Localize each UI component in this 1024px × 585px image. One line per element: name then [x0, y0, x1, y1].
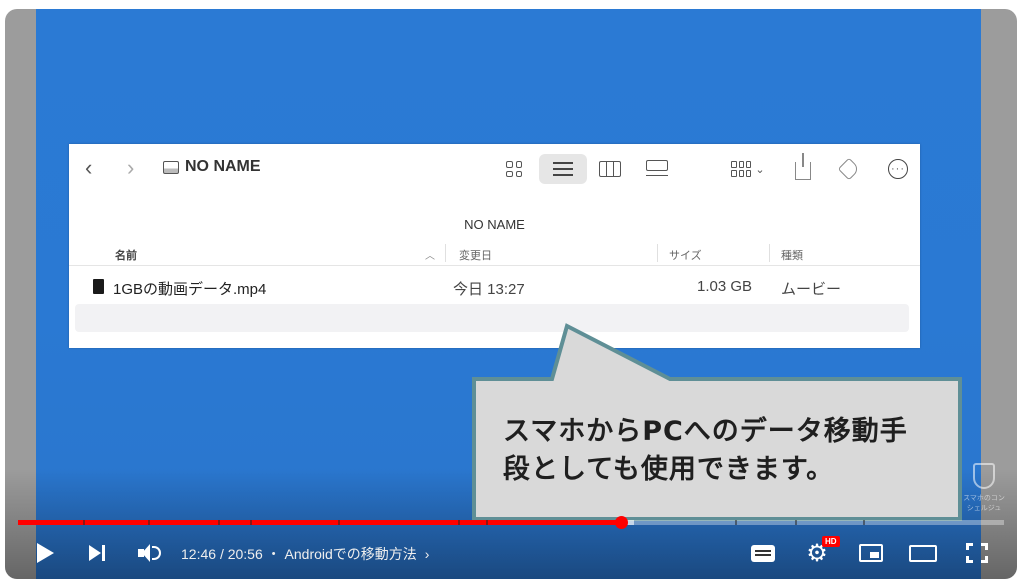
- chapter-marker: [486, 520, 488, 525]
- theater-mode-button[interactable]: [906, 538, 940, 568]
- caption-line-2: 段としても使用できます。: [503, 454, 835, 485]
- tag-icon: [837, 157, 861, 181]
- list-icon: [553, 162, 573, 176]
- column-header-date[interactable]: 変更日: [459, 247, 492, 263]
- fullscreen-icon: [966, 543, 988, 563]
- channel-watermark[interactable]: スマホのコンシェルジュ: [962, 463, 1006, 513]
- group-button[interactable]: ⌄: [725, 154, 771, 184]
- subtitles-icon: [751, 544, 775, 562]
- column-separator: [769, 244, 770, 262]
- miniplayer-button[interactable]: [856, 538, 886, 568]
- gallery-icon: [646, 160, 668, 178]
- video-file-icon: [93, 279, 104, 294]
- miniplayer-icon: [859, 544, 883, 562]
- chapter-marker: [863, 520, 865, 525]
- window-title: NO NAME: [163, 158, 261, 176]
- player-controls: 12:46 / 20:56 ・ Androidでの移動方法 › ⚙ HD: [0, 532, 1024, 574]
- caption-text: スマホからPCへのデータ移動手 段としても使用できます。: [503, 413, 943, 489]
- file-name: 1GBの動画データ.mp4: [113, 281, 267, 298]
- gallery-view-button[interactable]: [641, 154, 673, 184]
- chapter-marker: [83, 520, 85, 525]
- back-chevron-icon[interactable]: ‹: [85, 157, 92, 179]
- finder-toolbar: ‹ › NO NAME ⌄ ···: [69, 144, 920, 194]
- hd-badge: HD: [822, 536, 840, 547]
- group-icon: [731, 161, 752, 177]
- chevron-down-icon: ⌄: [755, 163, 765, 176]
- sort-chevron-up-icon: ︿: [425, 251, 435, 262]
- progress-played: [18, 520, 622, 525]
- subtitles-button[interactable]: [748, 538, 778, 568]
- path-label: NO NAME: [464, 217, 525, 232]
- share-button[interactable]: [791, 153, 815, 184]
- more-button[interactable]: ···: [883, 154, 913, 184]
- next-button[interactable]: [84, 538, 110, 568]
- next-icon-bar: [102, 545, 105, 561]
- next-icon: [89, 545, 101, 561]
- chapter-marker: [795, 520, 797, 525]
- ellipsis-icon: ···: [888, 159, 908, 179]
- theater-icon: [909, 544, 937, 562]
- time-current: 12:46: [181, 546, 217, 562]
- volume-icon: [137, 544, 150, 562]
- column-separator: [657, 244, 658, 262]
- time-separator: /: [219, 546, 228, 562]
- volume-button[interactable]: [134, 538, 164, 568]
- caption-line-1: スマホからPCへのデータ移動手: [503, 416, 908, 447]
- play-button[interactable]: [30, 538, 60, 568]
- window-title-text: NO NAME: [185, 158, 261, 175]
- tag-button[interactable]: [835, 154, 863, 184]
- chapter-marker: [250, 520, 252, 525]
- share-icon: [795, 153, 811, 180]
- chapter-marker: [735, 520, 737, 525]
- chapter-dot: ・: [266, 546, 285, 562]
- column-separator: [445, 244, 446, 262]
- file-size: 1.03 GB: [697, 278, 753, 295]
- fullscreen-button[interactable]: [962, 538, 992, 568]
- empty-row: [75, 304, 909, 332]
- volume-wave: [151, 546, 161, 560]
- chapter-marker: [338, 520, 340, 525]
- column-header-row: 名前 ︿ 変更日 サイズ 種類: [69, 240, 920, 266]
- time-display: 12:46 / 20:56 ・ Androidでの移動方法 ›: [181, 544, 429, 564]
- chapter-marker: [148, 520, 150, 525]
- file-date: 今日 13:27: [453, 281, 525, 298]
- icon-view-button[interactable]: [501, 154, 527, 184]
- column-header-name[interactable]: 名前: [115, 247, 137, 263]
- watermark-text: スマホのコンシェルジュ: [963, 494, 1005, 512]
- shield-logo-icon: [973, 463, 995, 489]
- chapter-marker: [218, 520, 220, 525]
- play-icon: [36, 543, 54, 563]
- chapter-marker: [458, 520, 460, 525]
- finder-window: ‹ › NO NAME ⌄ ··· NO NAME 名前 ︿ 変更日 サイズ 種…: [69, 144, 920, 348]
- forward-chevron-icon[interactable]: ›: [127, 157, 134, 179]
- list-view-button[interactable]: [539, 154, 587, 184]
- progress-bar[interactable]: [18, 516, 1004, 529]
- chapter-title[interactable]: Androidでの移動方法: [285, 546, 417, 562]
- chevron-right-icon[interactable]: ›: [425, 546, 430, 562]
- column-header-kind[interactable]: 種類: [781, 247, 803, 263]
- grid-icon: [506, 161, 522, 177]
- file-row[interactable]: 1GBの動画データ.mp4 今日 13:27 1.03 GB ムービー: [75, 273, 909, 301]
- column-view-button[interactable]: [595, 154, 625, 184]
- drive-icon: [163, 160, 179, 174]
- time-total: 20:56: [227, 546, 263, 562]
- column-header-size[interactable]: サイズ: [669, 247, 702, 263]
- columns-icon: [599, 161, 621, 177]
- file-kind: ムービー: [781, 281, 842, 298]
